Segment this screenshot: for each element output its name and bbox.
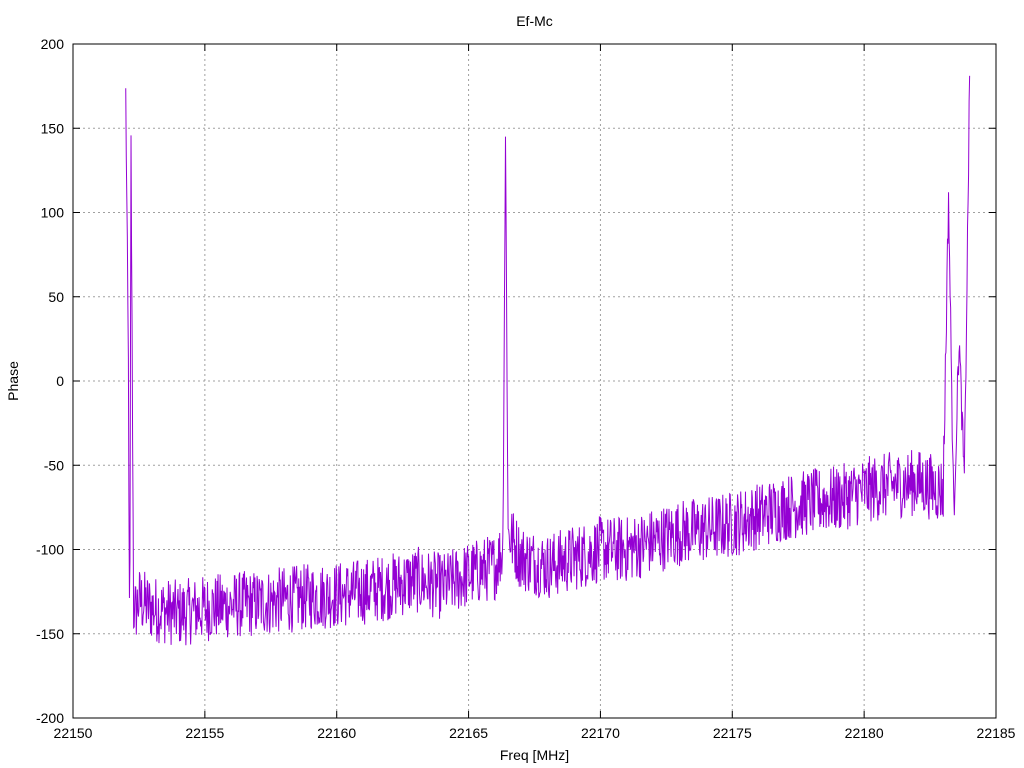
chart-title: Ef-Mc	[516, 13, 553, 29]
x-tick-label: 22175	[713, 725, 752, 741]
y-axis-label: Phase	[5, 361, 21, 401]
x-tick-label: 22165	[449, 725, 488, 741]
x-tick-label: 22160	[317, 725, 356, 741]
y-tick-label: -100	[36, 542, 64, 558]
y-tick-label: 200	[41, 36, 65, 52]
y-tick-label: -150	[36, 626, 64, 642]
chart-background	[0, 0, 1024, 768]
y-tick-label: -50	[44, 457, 64, 473]
y-tick-label: 50	[48, 289, 64, 305]
y-tick-label: 150	[41, 120, 65, 136]
y-tick-label: -200	[36, 710, 64, 726]
x-tick-label: 22155	[185, 725, 224, 741]
x-tick-label: 22180	[845, 725, 884, 741]
x-tick-label: 22185	[977, 725, 1016, 741]
x-tick-label: 22150	[54, 725, 93, 741]
y-tick-label: 100	[41, 205, 65, 221]
x-axis-label: Freq [MHz]	[500, 747, 569, 763]
y-tick-label: 0	[56, 373, 64, 389]
phase-chart: 22150 22155 22160 22165 22170 22175 22180 22185…	[0, 0, 1024, 768]
x-tick-label: 22170	[581, 725, 620, 741]
